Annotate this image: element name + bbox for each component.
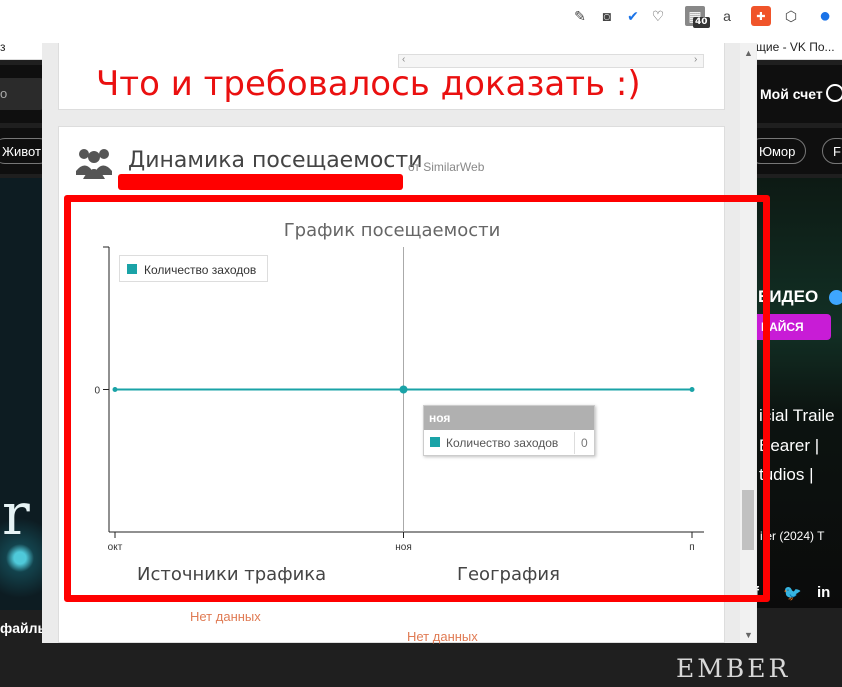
tooltip-divider <box>574 432 575 454</box>
x-tick-label: п <box>689 542 694 553</box>
chart-legend[interactable]: Количество заходов <box>119 255 268 282</box>
y-tick-label: 0 <box>94 386 100 397</box>
tooltip-header: ноя <box>424 406 594 430</box>
x-tick-label: ноя <box>395 542 412 553</box>
chart-tooltip: ноя Количество заходов 0 <box>423 405 595 456</box>
traffic-line-chart: 0 окт ноя п <box>94 246 704 553</box>
data-point <box>689 387 695 392</box>
traffic-sources-heading: Источники трафика <box>137 564 327 585</box>
traffic-sources-no-data: Нет данных <box>190 609 261 624</box>
legend-label: Количество заходов <box>144 263 257 277</box>
geography-heading: География <box>457 564 560 585</box>
data-point <box>112 387 118 392</box>
x-tick-label: окт <box>108 542 123 553</box>
tooltip-series-label: Количество заходов <box>446 436 559 450</box>
data-point <box>399 385 408 394</box>
legend-swatch <box>127 264 137 274</box>
tooltip-value: 0 <box>581 436 588 450</box>
geography-no-data: Нет данных <box>407 629 478 644</box>
tooltip-swatch <box>430 437 440 447</box>
